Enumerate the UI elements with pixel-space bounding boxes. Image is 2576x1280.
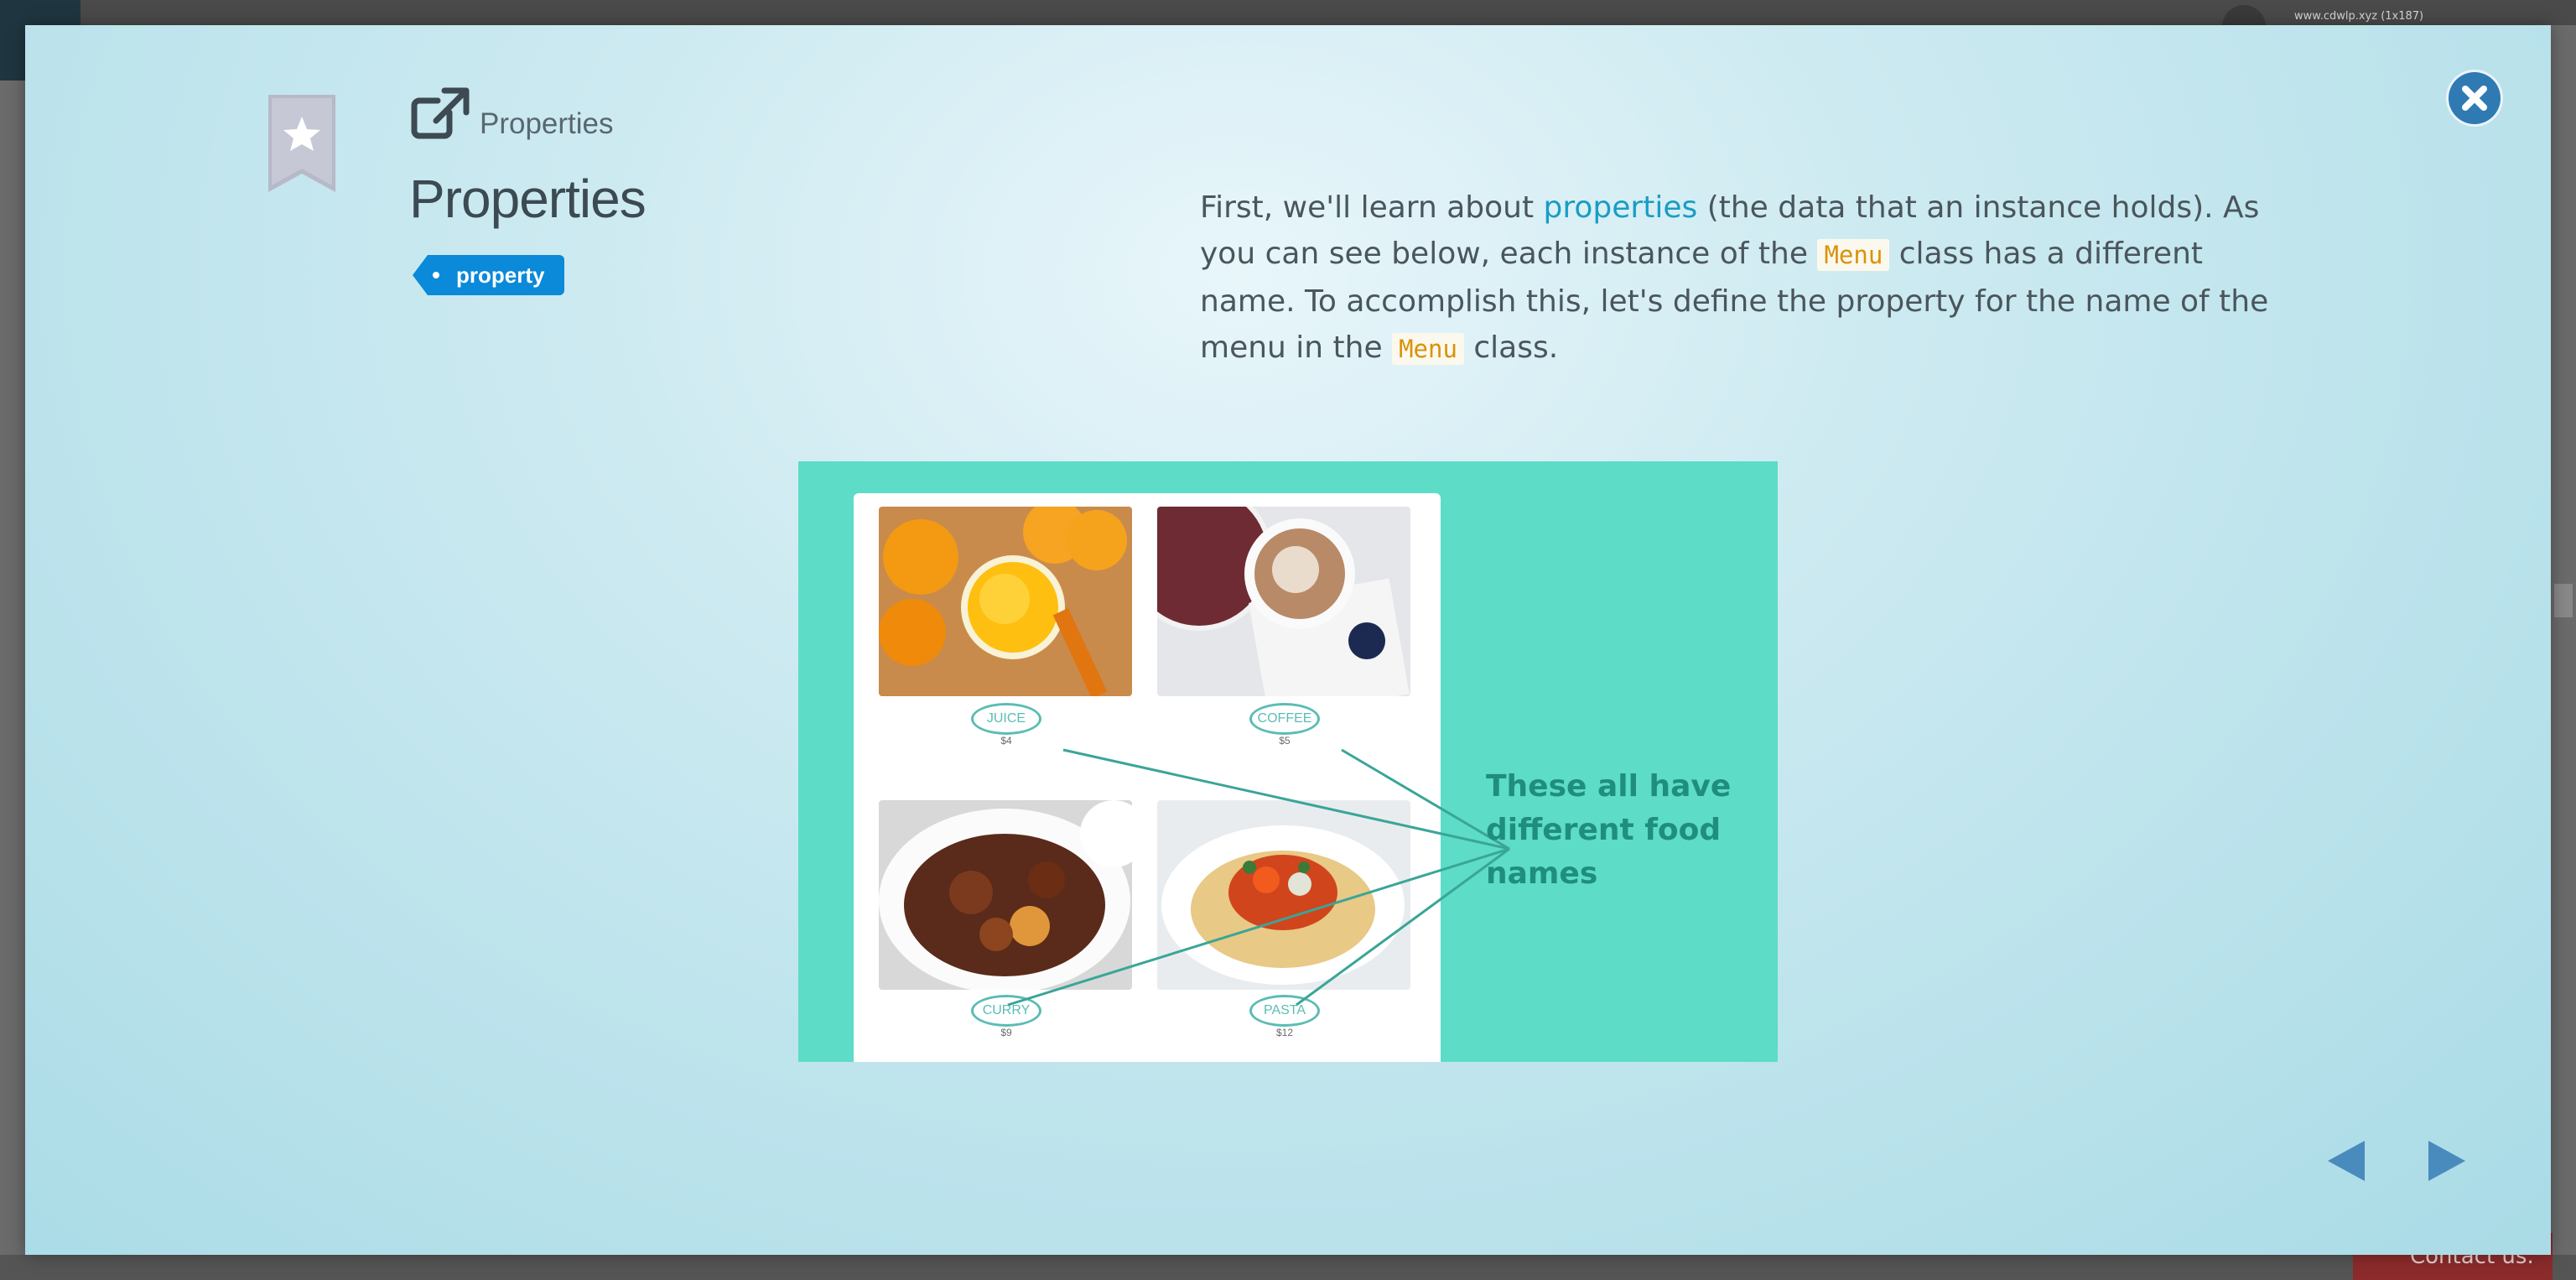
code-menu-2: Menu bbox=[1392, 333, 1464, 365]
background-bottombar bbox=[0, 1255, 2576, 1280]
coffee-price: $5 bbox=[1279, 735, 1291, 747]
bookmark-star-icon bbox=[268, 95, 335, 192]
paragraph-text-1: First, we'll learn about bbox=[1200, 190, 1544, 225]
triangle-left-icon bbox=[2328, 1141, 2365, 1181]
curry-label: CURRY bbox=[971, 995, 1041, 1027]
juice-price: $4 bbox=[1000, 735, 1012, 747]
menu-card: JUICE $4 COFFEE $5 CURRY $9 PASTA $12 bbox=[854, 493, 1441, 1062]
juice-image bbox=[879, 507, 1132, 696]
paragraph-text-4: class. bbox=[1463, 330, 1559, 365]
tag-dot bbox=[433, 272, 439, 278]
tag-property[interactable]: property bbox=[413, 255, 565, 295]
close-icon bbox=[2462, 86, 2487, 111]
background-scrollbar bbox=[2554, 584, 2573, 617]
header-small-title: Properties bbox=[480, 107, 614, 140]
figure-caption: These all have different food names bbox=[1486, 769, 1732, 891]
page-title: Properties bbox=[409, 169, 647, 229]
bookmark-button[interactable] bbox=[268, 95, 335, 192]
pasta-label: PASTA bbox=[1249, 995, 1320, 1027]
properties-link[interactable]: properties bbox=[1544, 190, 1698, 225]
background-address: www.cdwlp.xyz (1x187) bbox=[2294, 10, 2424, 23]
pasta-image bbox=[1157, 800, 1410, 990]
menu-illustration: JUICE $4 COFFEE $5 CURRY $9 PASTA $12 Th… bbox=[798, 461, 1778, 1062]
juice-label: JUICE bbox=[971, 703, 1041, 735]
next-button[interactable] bbox=[2427, 1139, 2467, 1183]
external-link-icon[interactable] bbox=[411, 87, 470, 141]
coffee-image bbox=[1157, 507, 1410, 696]
lesson-modal: Properties Properties property First, we… bbox=[25, 25, 2551, 1255]
lesson-paragraph: First, we'll learn about properties (the… bbox=[1200, 185, 2298, 372]
pasta-price: $12 bbox=[1275, 1027, 1294, 1038]
tag-body: property bbox=[428, 255, 565, 295]
tag-arrow bbox=[413, 255, 428, 295]
close-button[interactable] bbox=[2449, 72, 2501, 124]
previous-button[interactable] bbox=[2326, 1139, 2366, 1183]
triangle-right-icon bbox=[2428, 1141, 2465, 1181]
curry-price: $9 bbox=[1000, 1027, 1012, 1038]
coffee-label: COFFEE bbox=[1249, 703, 1320, 735]
header-row: Properties bbox=[411, 87, 614, 141]
background-topbar bbox=[0, 0, 2576, 25]
curry-image bbox=[879, 800, 1132, 990]
code-menu-1: Menu bbox=[1817, 239, 1890, 271]
tag-label: property bbox=[456, 262, 545, 288]
